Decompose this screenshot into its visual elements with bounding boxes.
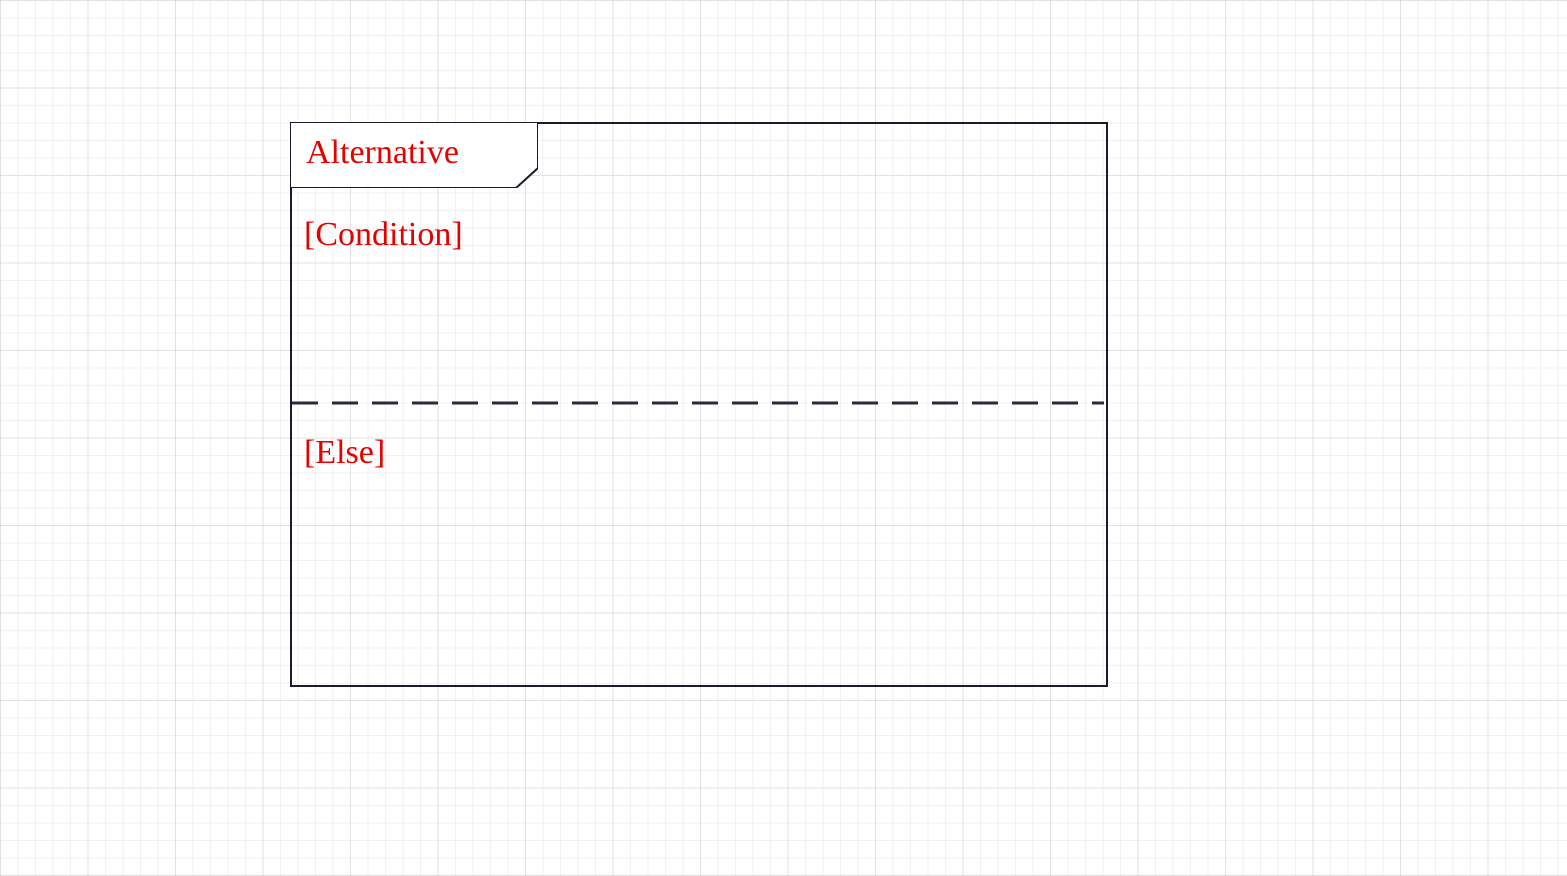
guard-else-text: [Else] [304,434,385,472]
fragment-operator-tab: Alternative [290,122,538,188]
guard-condition-text: [Condition] [304,216,463,254]
alternative-fragment[interactable]: Alternative [Condition] [Else] [290,122,1108,687]
operand-separator [292,400,1104,406]
fragment-operator-label: Alternative [306,134,459,172]
